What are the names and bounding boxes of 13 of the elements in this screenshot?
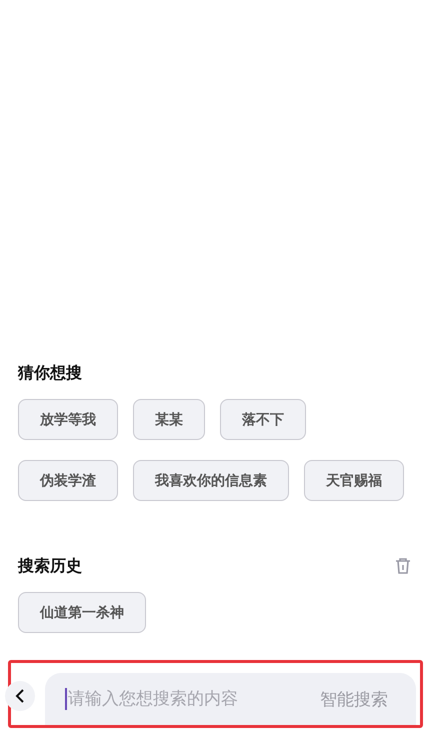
back-button[interactable] <box>5 681 35 711</box>
section-title: 猜你想搜 <box>18 362 82 384</box>
suggestion-chip[interactable]: 某某 <box>133 399 205 440</box>
search-input[interactable]: 请输入您想搜索的内容 <box>65 688 320 710</box>
suggestion-chip[interactable]: 放学等我 <box>18 399 118 440</box>
suggestion-chip[interactable]: 落不下 <box>220 399 306 440</box>
suggestion-chip[interactable]: 天官赐福 <box>304 460 404 501</box>
trash-icon[interactable] <box>393 556 413 576</box>
back-icon <box>15 688 25 704</box>
history-chip[interactable]: 仙道第一杀神 <box>18 592 146 633</box>
section-title: 搜索历史 <box>18 556 82 576</box>
suggestion-chip[interactable]: 伪装学渣 <box>18 460 118 501</box>
suggestion-chip[interactable]: 我喜欢你的信息素 <box>133 460 289 501</box>
